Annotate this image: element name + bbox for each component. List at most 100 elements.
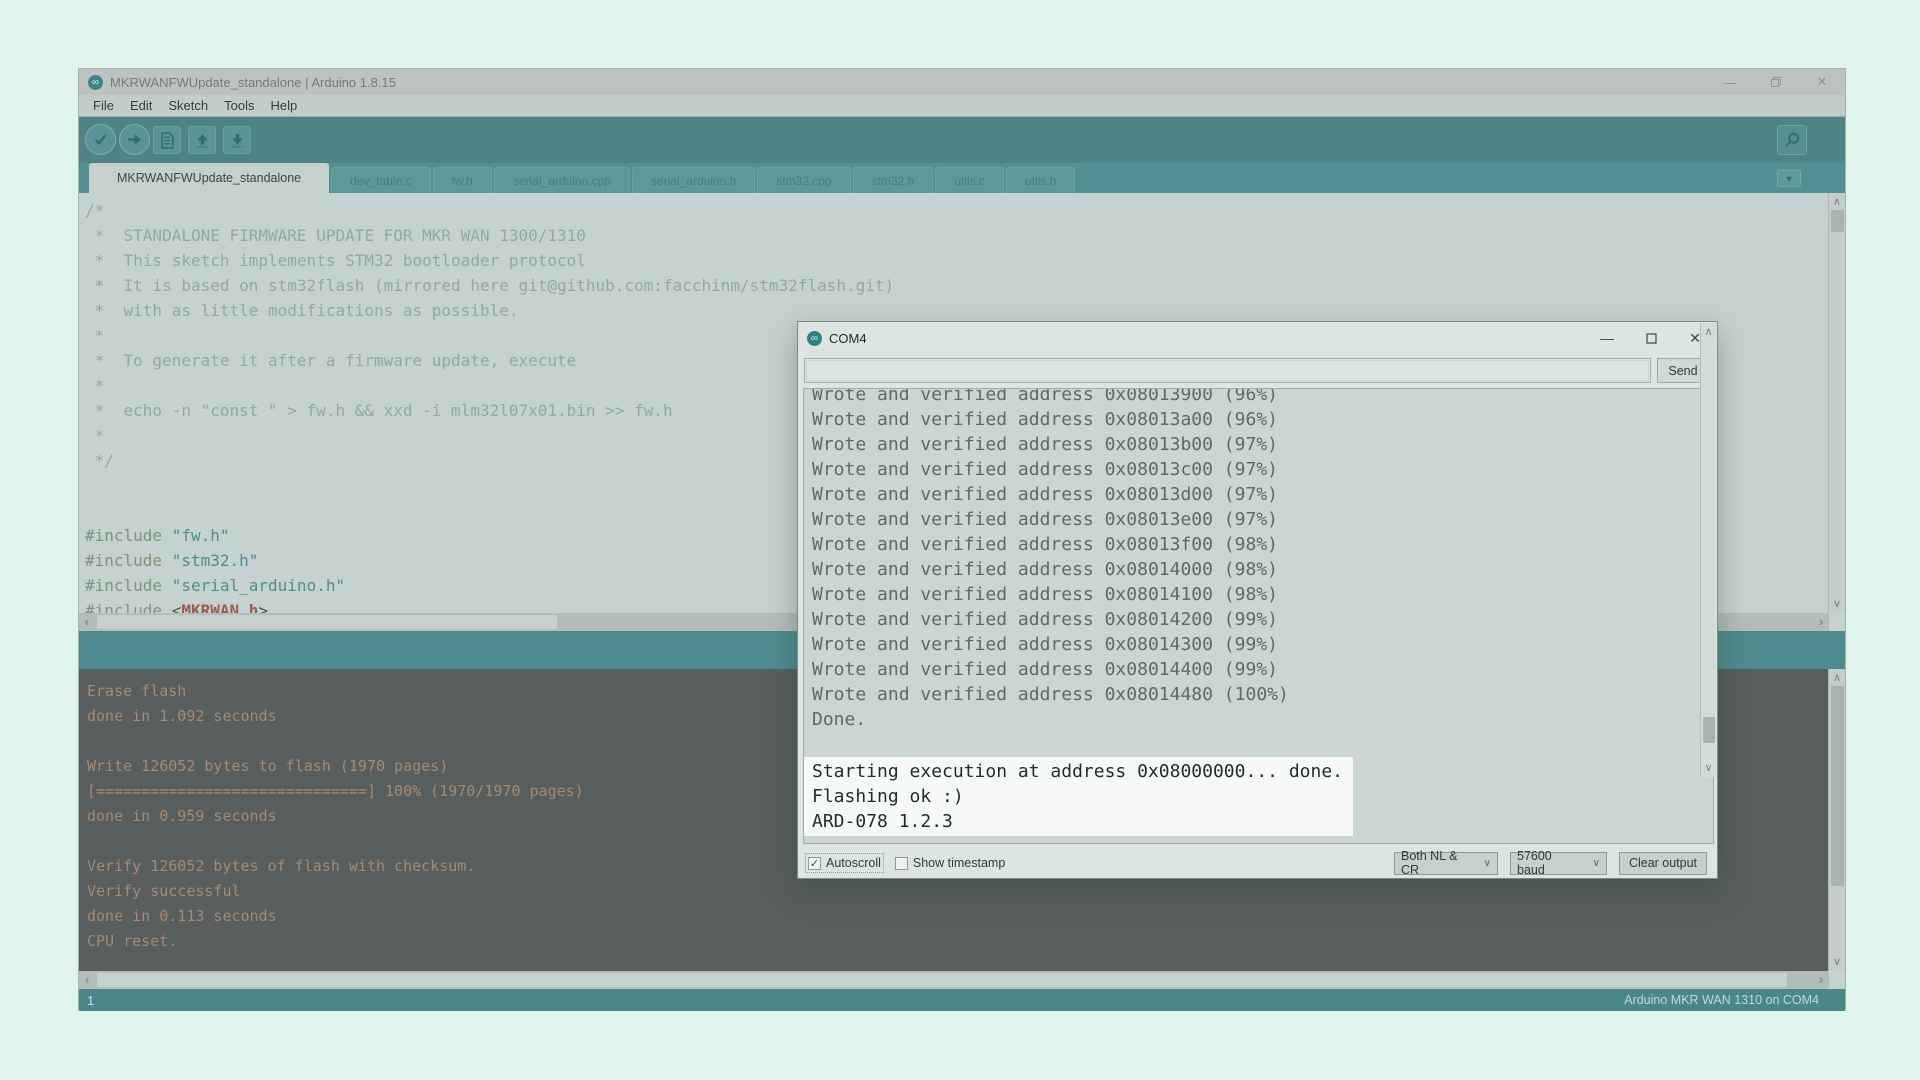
autoscroll-toggle[interactable]: ✓ Autoscroll bbox=[808, 856, 881, 870]
baud-rate-value: 57600 baud bbox=[1517, 849, 1583, 877]
console-hscroll-thumb[interactable] bbox=[97, 973, 1787, 987]
serial-send-row: Send bbox=[798, 354, 1717, 388]
arrow-right-icon bbox=[126, 131, 143, 148]
serial-scroll-down-icon[interactable]: ∨ bbox=[1701, 761, 1716, 775]
serial-scroll-up-icon[interactable]: ∧ bbox=[1701, 325, 1716, 339]
tab-fw.h[interactable]: fw.h bbox=[433, 167, 492, 193]
timestamp-toggle[interactable]: Show timestamp bbox=[895, 856, 1005, 870]
scroll-left-icon[interactable]: ‹ bbox=[79, 613, 95, 631]
editor-scroll-thumb[interactable] bbox=[1831, 210, 1844, 232]
serial-line: Wrote and verified address 0x08014300 (9… bbox=[804, 632, 1713, 657]
minimize-button[interactable]: — bbox=[1707, 69, 1753, 95]
console-vertical-scrollbar[interactable]: ∧ ∨ bbox=[1828, 669, 1845, 971]
console-scroll-right-icon[interactable]: › bbox=[1813, 971, 1829, 989]
code-line: * It is based on stm32flash (mirrored he… bbox=[85, 273, 1829, 298]
title-bar: ∞ MKRWANFWUpdate_standalone | Arduino 1.… bbox=[79, 69, 1845, 95]
maximize-icon bbox=[1646, 333, 1657, 344]
console-line: done in 0.113 seconds bbox=[87, 904, 1829, 929]
tab-serial_arduino.cpp[interactable]: serial_arduino.cpp bbox=[494, 167, 630, 193]
console-scroll-up-icon[interactable]: ∧ bbox=[1829, 671, 1845, 685]
menu-file[interactable]: File bbox=[85, 98, 122, 113]
serial-scroll-thumb[interactable] bbox=[1703, 717, 1715, 743]
scroll-up-icon[interactable]: ∧ bbox=[1829, 195, 1845, 209]
serial-monitor-button[interactable] bbox=[1777, 125, 1807, 155]
console-scroll-down-icon[interactable]: ∨ bbox=[1829, 955, 1845, 969]
serial-line: Wrote and verified address 0x08013e00 (9… bbox=[804, 507, 1713, 532]
serial-selection: Starting execution at address 0x08000000… bbox=[804, 757, 1353, 836]
console-line: CPU reset. bbox=[87, 929, 1829, 954]
tab-MKRWANFWUpdate_standalone[interactable]: MKRWANFWUpdate_standalone bbox=[89, 163, 329, 193]
serial-line bbox=[804, 732, 1713, 757]
tab-dev_table.c[interactable]: dev_table.c bbox=[331, 167, 430, 193]
menu-bar: FileEditSketchToolsHelp bbox=[79, 95, 1845, 117]
editor-vertical-scrollbar[interactable]: ∧ ∨ bbox=[1828, 193, 1845, 613]
serial-line: Wrote and verified address 0x08014100 (9… bbox=[804, 582, 1713, 607]
menu-tools[interactable]: Tools bbox=[216, 98, 262, 113]
serial-line: Wrote and verified address 0x08013d00 (9… bbox=[804, 482, 1713, 507]
serial-line: Wrote and verified address 0x08013a00 (9… bbox=[804, 407, 1713, 432]
serial-controls-bar: ✓ Autoscroll Show timestamp Both NL & CR… bbox=[798, 846, 1717, 880]
console-horizontal-scrollbar[interactable]: ‹ › bbox=[79, 971, 1829, 989]
verify-button[interactable] bbox=[85, 124, 116, 155]
current-line-indicator: 1 bbox=[87, 993, 94, 1008]
restore-icon bbox=[1770, 76, 1782, 88]
arrow-down-icon bbox=[229, 132, 246, 149]
serial-line-selected: ARD-078 1.2.3 bbox=[804, 809, 1343, 834]
serial-minimize-button[interactable]: — bbox=[1585, 322, 1629, 354]
magnifier-icon bbox=[1783, 131, 1801, 149]
code-line: * STANDALONE FIRMWARE UPDATE FOR MKR WAN… bbox=[85, 223, 1829, 248]
serial-line: Wrote and verified address 0x08013f00 (9… bbox=[804, 532, 1713, 557]
tab-utils.h[interactable]: utils.h bbox=[1006, 167, 1075, 193]
arduino-logo-icon: ∞ bbox=[88, 75, 103, 90]
board-port-indicator: Arduino MKR WAN 1310 on COM4 bbox=[1624, 993, 1819, 1007]
code-line: * This sketch implements STM32 bootloade… bbox=[85, 248, 1829, 273]
menu-help[interactable]: Help bbox=[262, 98, 305, 113]
console-scroll-left-icon[interactable]: ‹ bbox=[79, 971, 95, 989]
serial-output[interactable]: Wrote and verified address 0x08013900 (9… bbox=[803, 388, 1714, 844]
chevron-down-icon: ∨ bbox=[1474, 858, 1491, 869]
new-sketch-button[interactable] bbox=[153, 126, 181, 154]
tab-utils.c[interactable]: utils.c bbox=[935, 167, 1004, 193]
serial-line: Wrote and verified address 0x08013c00 (9… bbox=[804, 457, 1713, 482]
tab-serial_arduino.h[interactable]: serial_arduino.h bbox=[632, 167, 755, 193]
console-scroll-thumb[interactable] bbox=[1831, 686, 1844, 886]
serial-input[interactable] bbox=[804, 358, 1651, 383]
scroll-right-icon[interactable]: › bbox=[1813, 613, 1829, 631]
window-title: MKRWANFWUpdate_standalone | Arduino 1.8.… bbox=[110, 75, 396, 90]
code-line: /* bbox=[85, 198, 1829, 223]
serial-line: Wrote and verified address 0x08014400 (9… bbox=[804, 657, 1713, 682]
autoscroll-checkbox[interactable]: ✓ bbox=[808, 857, 821, 870]
serial-line: Wrote and verified address 0x08014480 (1… bbox=[804, 682, 1713, 707]
timestamp-label: Show timestamp bbox=[913, 856, 1005, 870]
save-button[interactable] bbox=[223, 126, 251, 154]
serial-monitor-window: ∞ COM4 — ✕ Send Wrote and verified addre… bbox=[797, 321, 1718, 879]
serial-line-selected: Starting execution at address 0x08000000… bbox=[804, 759, 1343, 784]
clear-output-button[interactable]: Clear output bbox=[1619, 852, 1707, 875]
check-icon bbox=[92, 131, 109, 148]
autoscroll-label: Autoscroll bbox=[826, 856, 881, 870]
scroll-down-icon[interactable]: ∨ bbox=[1829, 597, 1845, 611]
tab-stm32.cpp[interactable]: stm32.cpp bbox=[757, 167, 850, 193]
status-bar: 1 Arduino MKR WAN 1310 on COM4 bbox=[79, 989, 1845, 1011]
line-ending-value: Both NL & CR bbox=[1401, 849, 1474, 877]
serial-line: Wrote and verified address 0x08014200 (9… bbox=[804, 607, 1713, 632]
menu-sketch[interactable]: Sketch bbox=[160, 98, 216, 113]
serial-line: Wrote and verified address 0x08013900 (9… bbox=[804, 388, 1713, 407]
tab-list-button[interactable]: ▼ bbox=[1777, 170, 1801, 187]
console-line: Verify successful bbox=[87, 879, 1829, 904]
close-button[interactable]: ✕ bbox=[1799, 69, 1845, 95]
restore-button[interactable] bbox=[1753, 69, 1799, 95]
serial-scrollbar[interactable]: ∧ ∨ bbox=[1700, 323, 1716, 777]
baud-rate-select[interactable]: 57600 baud ∨ bbox=[1510, 852, 1607, 875]
open-button[interactable] bbox=[188, 126, 216, 154]
editor-hscroll-thumb[interactable] bbox=[97, 615, 557, 629]
chevron-down-icon: ∨ bbox=[1583, 858, 1600, 869]
timestamp-checkbox[interactable] bbox=[895, 857, 908, 870]
line-ending-select[interactable]: Both NL & CR ∨ bbox=[1394, 852, 1498, 875]
tab-stm32.h[interactable]: stm32.h bbox=[853, 167, 934, 193]
serial-line-selected: Flashing ok :) bbox=[804, 784, 1343, 809]
serial-maximize-button[interactable] bbox=[1629, 322, 1673, 354]
upload-button[interactable] bbox=[119, 124, 150, 155]
tab-strip: MKRWANFWUpdate_standalonedev_table.cfw.h… bbox=[89, 163, 1077, 193]
menu-edit[interactable]: Edit bbox=[122, 98, 160, 113]
